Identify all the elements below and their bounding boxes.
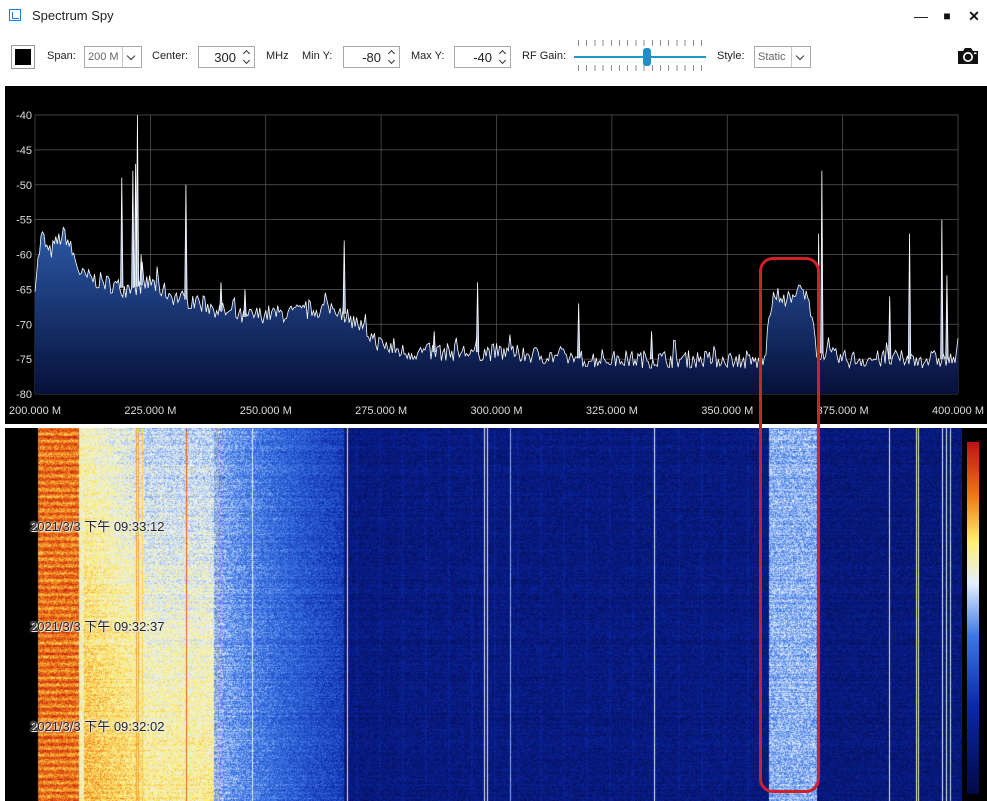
y-axis-labels: -40 -45 -50 -55 -60 -65 -70 -75 -80: [16, 110, 32, 401]
x-tick-label: 275.000 M: [355, 405, 407, 417]
spectrum-peak: [219, 282, 223, 311]
rfgain-slider[interactable]: [574, 38, 706, 74]
slider-track: [574, 56, 706, 58]
close-button[interactable]: ✕: [963, 6, 985, 26]
style-label: Style:: [717, 50, 745, 62]
y-tick-label: -40: [16, 110, 32, 122]
y-tick-label: -75: [16, 354, 32, 366]
x-tick-label: 200.000 M: [9, 405, 61, 417]
spin-up-icon[interactable]: [496, 47, 510, 57]
waterfall-panel: [5, 428, 987, 801]
spin-up-icon[interactable]: [385, 47, 399, 57]
title-bar: Spectrum Spy — ■ ✕: [0, 0, 987, 32]
x-axis-labels: 200.000 M 225.000 M 250.000 M 275.000 M 300.…: [9, 405, 984, 417]
spectrum-peak: [649, 331, 654, 360]
color-scale-bar: [967, 442, 979, 794]
slider-ticks: [578, 65, 702, 71]
spectrum-chart[interactable]: -40 -45 -50 -55 -60 -65 -70 -75 -80 200.000 M 225…: [5, 86, 987, 424]
miny-label: Min Y:: [302, 50, 333, 62]
maxy-value: -40: [473, 50, 492, 65]
rfgain-label: RF Gain:: [522, 50, 567, 62]
spectrum-peak: [342, 240, 346, 314]
center-spinbox[interactable]: 300: [198, 46, 255, 68]
miny-value: -80: [362, 50, 381, 65]
spectrum-peak: [139, 254, 143, 286]
style-dropdown[interactable]: Static: [754, 46, 811, 68]
y-tick-label: -55: [16, 215, 32, 227]
span-label: Span:: [47, 50, 76, 62]
spectrum-peak: [432, 331, 436, 353]
spectrum-peak: [888, 296, 892, 360]
spectrum-peak: [820, 170, 824, 354]
x-tick-label: 225.000 M: [124, 405, 176, 417]
camera-icon[interactable]: [956, 46, 980, 66]
app-icon: [9, 9, 21, 21]
x-tick-label: 300.000 M: [471, 405, 523, 417]
x-tick-label: 375.000 M: [817, 405, 869, 417]
y-tick-label: -70: [16, 319, 32, 331]
center-unit: MHz: [266, 50, 289, 62]
waterfall-display[interactable]: [34, 428, 962, 801]
spin-down-icon[interactable]: [240, 57, 254, 67]
spectrum-peak: [131, 170, 135, 288]
maximize-button[interactable]: ■: [936, 6, 958, 26]
spin-up-icon[interactable]: [240, 47, 254, 57]
spectrum-peak: [184, 184, 188, 300]
spin-down-icon[interactable]: [496, 57, 510, 67]
center-label: Center:: [152, 50, 189, 62]
y-tick-label: -50: [16, 180, 32, 192]
slider-thumb[interactable]: [643, 48, 652, 66]
chevron-down-icon: [122, 47, 141, 67]
waterfall-timestamp: 2021/3/3 下午 09:33:12: [30, 519, 165, 534]
x-tick-label: 250.000 M: [240, 405, 292, 417]
spectrum-peak: [577, 303, 581, 359]
spectrum-peak: [243, 289, 247, 317]
center-value: 300: [214, 50, 236, 65]
spectrum-peak: [817, 233, 821, 353]
y-tick-label: -80: [16, 389, 32, 401]
style-value: Static: [758, 51, 786, 63]
y-tick-label: -45: [16, 145, 32, 157]
spectrum-peak: [120, 177, 124, 288]
miny-spinbox[interactable]: -80: [343, 46, 400, 68]
y-tick-label: -65: [16, 284, 32, 296]
minimize-button[interactable]: —: [910, 6, 932, 26]
slider-ticks: [578, 40, 702, 46]
window-title: Spectrum Spy: [32, 8, 114, 23]
chevron-down-icon: [791, 47, 810, 67]
x-tick-label: 400.000 M: [932, 405, 984, 417]
spectrum-peak: [940, 219, 944, 360]
spectrum-peak: [907, 233, 912, 360]
maxy-spinbox[interactable]: -40: [454, 46, 511, 68]
x-tick-label: 350.000 M: [701, 405, 753, 417]
spin-down-icon[interactable]: [385, 57, 399, 67]
spectrum-panel: -40 -45 -50 -55 -60 -65 -70 -75 -80 200.000 M 225…: [5, 86, 987, 424]
spectrum-peak: [475, 282, 480, 353]
maxy-label: Max Y:: [411, 50, 445, 62]
waterfall-timestamp: 2021/3/3 下午 09:32:37: [30, 619, 165, 634]
span-dropdown[interactable]: 200 M: [84, 46, 142, 68]
spectrum-peak: [945, 275, 949, 360]
x-tick-label: 325.000 M: [586, 405, 638, 417]
line-color-button[interactable]: [11, 45, 35, 69]
y-tick-label: -60: [16, 250, 32, 262]
waterfall-timestamp: 2021/3/3 下午 09:32:02: [30, 719, 165, 734]
span-value: 200 M: [88, 51, 119, 63]
spectrum-peak: [135, 114, 140, 287]
